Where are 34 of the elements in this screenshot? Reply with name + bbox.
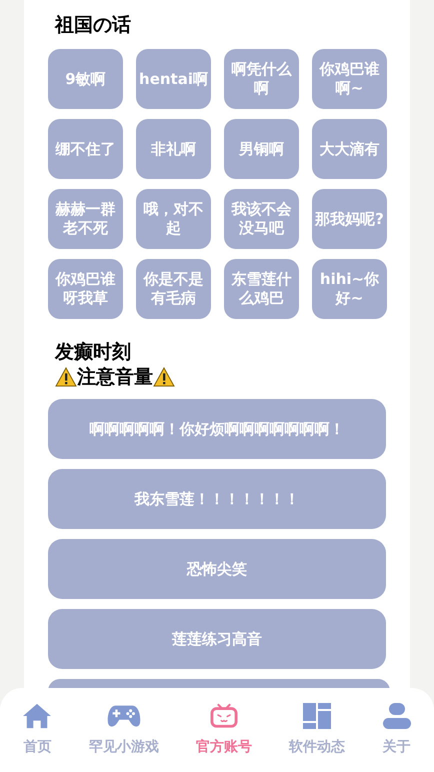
dashboard-icon[interactable]	[302, 702, 332, 730]
sound-button[interactable]: 我东雪莲！！！！！！！	[48, 469, 386, 529]
sound-button[interactable]: 莲莲练习高音	[48, 609, 386, 669]
sound-button[interactable]: hentai啊	[136, 49, 211, 109]
sound-button[interactable]: 9敏啊	[48, 49, 123, 109]
nav-tab[interactable]: 关于	[382, 738, 411, 756]
sound-button[interactable]: 你是不是有毛病	[136, 259, 211, 319]
sound-button[interactable]: 啊凭什么啊	[224, 49, 299, 109]
warning-text: 注意音量	[77, 365, 153, 389]
sound-button[interactable]: 东雪莲什么鸡巴	[224, 259, 299, 319]
sound-button[interactable]: 啊啊啊啊啊！你好烦啊啊啊啊啊啊啊！	[48, 399, 386, 459]
warning-icon	[55, 367, 77, 387]
nav-tab[interactable]: 官方账号	[196, 738, 252, 756]
nav-tab[interactable]: 罕见小游戏	[89, 738, 160, 756]
section-title: 祖国の话	[55, 13, 131, 38]
nav-tab[interactable]: 软件动态	[288, 738, 345, 756]
sound-button[interactable]: 绷不住了	[48, 119, 123, 179]
sound-button[interactable]: 你鸡巴谁啊~	[312, 49, 387, 109]
sound-button[interactable]: hihi~你好~	[312, 259, 387, 319]
sound-button[interactable]: 非礼啊	[136, 119, 211, 179]
sound-button[interactable]: 那我妈呢?	[312, 189, 387, 249]
sound-button[interactable]: 赫赫一群老不死	[48, 189, 123, 249]
sound-button[interactable]: 大大滴有	[312, 119, 387, 179]
sound-button[interactable]: 恐怖尖笑	[48, 539, 386, 599]
section-title: 发癫时刻	[55, 340, 131, 365]
warning-icon	[153, 367, 175, 387]
sound-button[interactable]: 我该不会没马吧	[224, 189, 299, 249]
nav-tab[interactable]: 首页	[23, 738, 52, 756]
sound-button[interactable]: 哦，对不起	[136, 189, 211, 249]
sound-button[interactable]: 男铜啊	[224, 119, 299, 179]
person-icon[interactable]	[382, 702, 412, 730]
tv-icon[interactable]	[210, 702, 238, 730]
sound-button[interactable]: 你鸡巴谁呀我草	[48, 259, 123, 319]
home-icon[interactable]	[22, 702, 52, 730]
